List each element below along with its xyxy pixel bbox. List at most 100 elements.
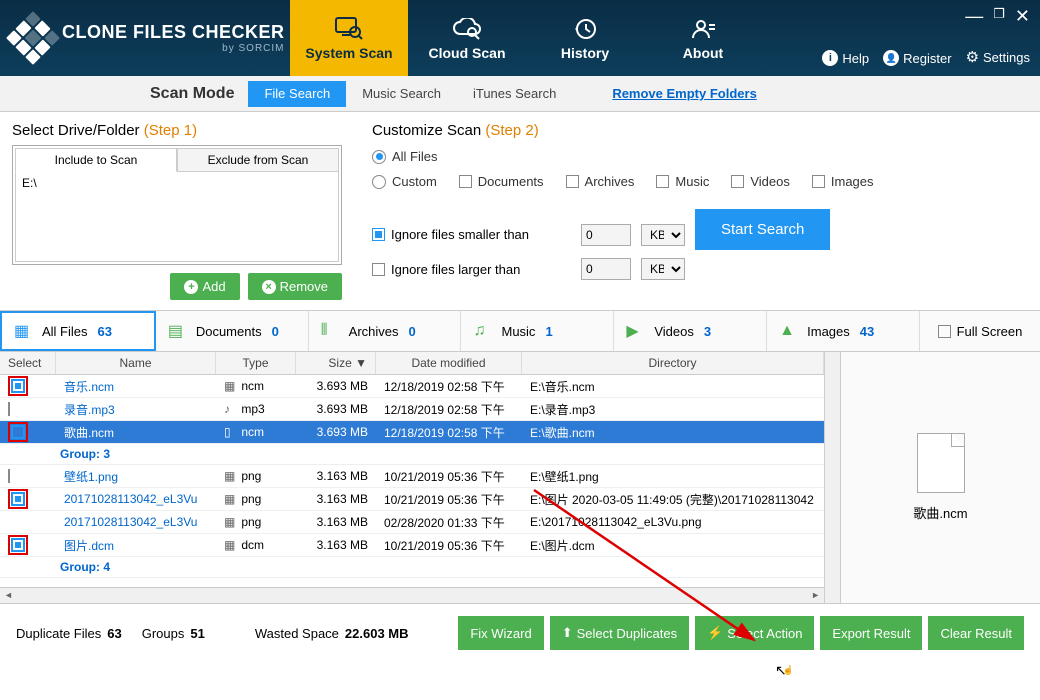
row-name: 音乐.ncm [56,378,216,395]
check-videos[interactable]: Videos [731,174,790,189]
exclude-tab[interactable]: Exclude from Scan [177,148,339,172]
plus-icon: + [184,280,198,294]
col-type[interactable]: Type [216,352,296,374]
cat-music[interactable]: ♫Music1 [461,311,614,351]
tab-file-search[interactable]: File Search [248,81,346,107]
cat-all-files[interactable]: ▦All Files63 [0,311,156,351]
row-checkbox[interactable] [0,402,56,416]
check-music[interactable]: Music [656,174,709,189]
settings-link[interactable]: ⚙Settings [966,48,1030,66]
tab-cloud-scan[interactable]: Cloud Scan [408,0,526,76]
horizontal-scrollbar[interactable] [0,587,824,603]
app-title: CLONE FILES CHECKER [62,22,285,43]
table-row[interactable]: 20171028113042_eL3Vu▦ png3.163 MB02/28/2… [0,511,824,534]
checkbox-icon [656,175,669,188]
table-row[interactable]: 20171028113042_eL3Vu▦ png3.163 MB10/21/2… [0,488,824,511]
select-duplicates-button[interactable]: ⬆Select Duplicates [550,616,689,650]
col-select[interactable]: Select [0,352,56,374]
preview-panel: 歌曲.ncm [840,352,1040,603]
row-name: 歌曲.ncm [56,424,216,441]
maximize-button[interactable]: ❐ [993,6,1005,27]
groups-label: Groups [142,626,185,641]
table-row[interactable]: 图片.dcm▦ dcm3.163 MB10/21/2019 05:36 下午E:… [0,534,824,557]
dup-label: Duplicate Files [16,626,101,641]
tab-history[interactable]: History [526,0,644,76]
radio-all-files[interactable]: All Files [372,149,438,164]
music-icon: ♫ [473,322,493,340]
step1-panel: Select Drive/Folder (Step 1) Include to … [12,122,342,300]
ignore-smaller-unit[interactable]: KB [641,224,685,246]
register-link[interactable]: 👤Register [883,50,951,66]
file-icon: ▦ [224,379,238,393]
table-row[interactable]: 歌曲.ncm▯ ncm3.693 MB12/18/2019 02:58 下午E:… [0,421,824,444]
cloud-search-icon [452,15,482,43]
col-directory[interactable]: Directory [522,352,824,374]
tab-system-scan[interactable]: System Scan [290,0,408,76]
remove-empty-folders-link[interactable]: Remove Empty Folders [612,86,757,101]
table-row[interactable]: 音乐.ncm▦ ncm3.693 MB12/18/2019 02:58 下午E:… [0,375,824,398]
group-header[interactable]: Group: 4 [0,557,824,578]
row-date: 02/28/2020 01:33 下午 [376,514,522,531]
cat-documents[interactable]: ▤Documents0 [156,311,309,351]
select-action-button[interactable]: ⚡Select Action [695,616,814,650]
row-date: 10/21/2019 05:36 下午 [376,491,522,508]
file-icon: ▦ [224,538,238,552]
add-button[interactable]: +Add [170,273,239,300]
vertical-scrollbar[interactable] [824,352,840,603]
fix-wizard-button[interactable]: Fix Wizard [458,616,543,650]
row-date: 12/18/2019 02:58 下午 [376,401,522,418]
file-icon: ♪ [224,402,238,416]
check-archives[interactable]: Archives [566,174,635,189]
radio-custom[interactable]: Custom [372,174,437,189]
preview-filename: 歌曲.ncm [913,503,967,522]
row-directory: E:\录音.mp3 [522,401,824,418]
row-directory: E:\20171028113042_eL3Vu.png [522,515,824,529]
table-row[interactable]: 录音.mp3♪ mp33.693 MB12/18/2019 02:58 下午E:… [0,398,824,421]
help-link[interactable]: iHelp [822,50,869,66]
check-ignore-smaller[interactable]: Ignore files smaller than [372,227,571,242]
row-checkbox[interactable] [0,489,56,509]
fullscreen-toggle[interactable]: Full Screen [920,311,1040,351]
col-size[interactable]: Size ▼ [296,352,376,374]
col-date[interactable]: Date modified [376,352,522,374]
row-checkbox[interactable] [0,376,56,396]
row-type: ▦ png [216,492,296,506]
table-header: Select Name Type Size ▼ Date modified Di… [0,352,824,375]
cat-images[interactable]: ▲Images43 [767,311,920,351]
doc-icon: ▤ [168,321,188,341]
row-size: 3.693 MB [296,425,376,439]
row-checkbox[interactable] [0,535,56,555]
cat-archives[interactable]: ⦀Archives0 [309,311,462,351]
cat-videos[interactable]: ▶Videos3 [614,311,767,351]
check-documents[interactable]: Documents [459,174,544,189]
tab-itunes-search[interactable]: iTunes Search [457,81,572,107]
clear-result-button[interactable]: Clear Result [928,616,1024,650]
tab-about[interactable]: About [644,0,762,76]
row-checkbox[interactable] [0,422,56,442]
ignore-larger-unit[interactable]: KB [641,258,685,280]
folder-list[interactable]: E:\ [15,172,339,262]
tab-music-search[interactable]: Music Search [346,81,457,107]
file-icon [917,433,965,493]
row-type: ▯ ncm [216,425,296,439]
ignore-smaller-value[interactable] [581,224,631,246]
minimize-button[interactable]: — [965,6,983,27]
lightning-icon: ⚡ [707,625,723,641]
remove-button[interactable]: ×Remove [248,273,342,300]
check-images[interactable]: Images [812,174,874,189]
start-search-button[interactable]: Start Search [695,209,830,250]
row-name: 20171028113042_eL3Vu [56,492,216,506]
col-name[interactable]: Name [56,352,216,374]
close-button[interactable]: ✕ [1015,6,1030,27]
wasted-label: Wasted Space [255,626,339,641]
check-ignore-larger[interactable]: Ignore files larger than [372,262,571,277]
ignore-larger-value[interactable] [581,258,631,280]
step2-title: Customize Scan [372,122,481,139]
row-checkbox[interactable] [0,469,56,483]
row-name: 录音.mp3 [56,401,216,418]
checkbox-icon [938,325,951,338]
export-result-button[interactable]: Export Result [820,616,922,650]
group-header[interactable]: Group: 3 [0,444,824,465]
table-row[interactable]: 壁纸1.png▦ png3.163 MB10/21/2019 05:36 下午E… [0,465,824,488]
include-tab[interactable]: Include to Scan [15,148,177,172]
